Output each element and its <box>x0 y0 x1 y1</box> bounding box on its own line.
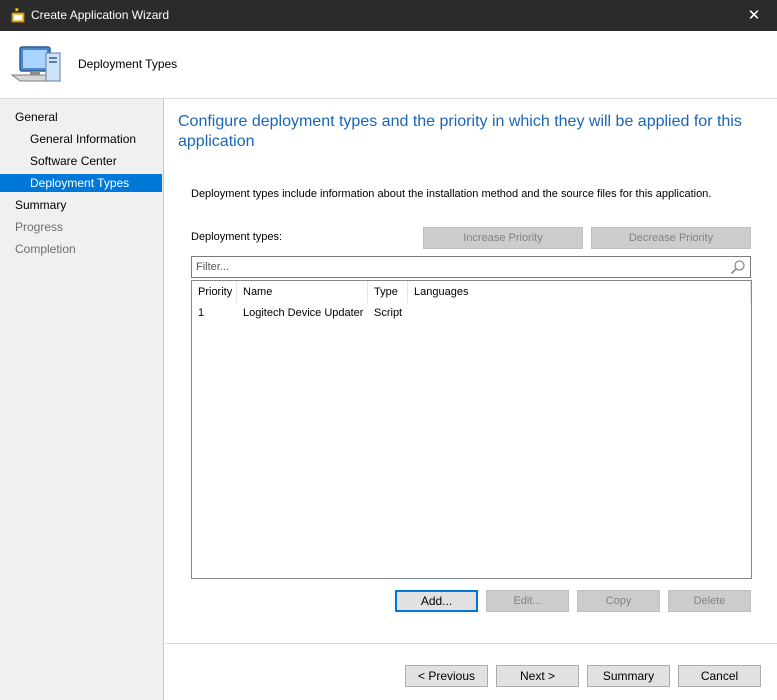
add-button[interactable]: Add... <box>395 590 478 612</box>
close-icon[interactable]: ✕ <box>731 0 777 31</box>
sidebar-item-completion: Completion <box>15 242 76 256</box>
cancel-button[interactable]: Cancel <box>678 665 761 687</box>
copy-button[interactable]: Copy <box>577 590 660 612</box>
previous-button[interactable]: < Previous <box>405 665 488 687</box>
delete-button[interactable]: Delete <box>668 590 751 612</box>
list-header: Priority Name Type Languages <box>192 281 751 303</box>
filter-box <box>191 256 751 278</box>
wizard-sidebar: General General Information Software Cen… <box>0 99 164 700</box>
page-heading: Configure deployment types and the prior… <box>178 113 742 150</box>
sidebar-item-software-center[interactable]: Software Center <box>0 152 162 170</box>
row-priority: 1 <box>198 307 205 319</box>
edit-button[interactable]: Edit... <box>486 590 569 612</box>
window-title: Create Application Wizard <box>31 8 170 22</box>
column-header-name[interactable]: Name <box>237 281 368 303</box>
row-type: Script <box>374 307 403 319</box>
column-header-languages[interactable]: Languages <box>408 281 751 303</box>
sidebar-item-general-information[interactable]: General Information <box>0 130 162 148</box>
title-bar: Create Application Wizard ✕ <box>0 0 777 31</box>
row-languages <box>408 304 748 322</box>
increase-priority-button[interactable]: Increase Priority <box>423 227 583 249</box>
wizard-app-icon <box>11 8 25 23</box>
next-button[interactable]: Next > <box>496 665 579 687</box>
footer-divider <box>165 643 777 644</box>
header-title: Deployment Types <box>78 57 178 71</box>
column-header-priority[interactable]: Priority <box>192 281 237 303</box>
row-name: Logitech Device Updater <box>243 307 364 319</box>
summary-button[interactable]: Summary <box>587 665 670 687</box>
wizard-content: Configure deployment types and the prior… <box>165 99 777 700</box>
wizard-header: Deployment Types <box>0 31 777 99</box>
sidebar-item-general[interactable]: General <box>0 108 162 126</box>
column-header-type[interactable]: Type <box>368 281 408 303</box>
filter-input[interactable] <box>194 259 728 275</box>
sidebar-item-deployment-types[interactable]: Deployment Types <box>0 174 162 192</box>
page-description: Deployment types include information abo… <box>191 188 712 200</box>
sidebar-item-summary[interactable]: Summary <box>0 196 162 214</box>
search-icon[interactable] <box>730 259 746 275</box>
table-row[interactable]: 1 Logitech Device Updater Script <box>192 304 751 322</box>
sidebar-item-progress: Progress <box>15 220 64 234</box>
computer-icon <box>10 46 62 82</box>
deployment-types-label: Deployment types: <box>191 231 283 243</box>
deployment-types-list[interactable]: Priority Name Type Languages 1 Logitech … <box>191 280 752 579</box>
decrease-priority-button[interactable]: Decrease Priority <box>591 227 751 249</box>
